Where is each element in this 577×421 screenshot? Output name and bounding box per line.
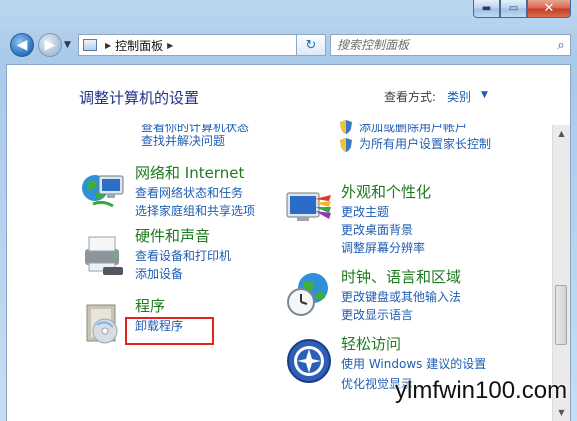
breadcrumb-control-panel[interactable]: 控制面板 bbox=[115, 37, 163, 54]
category-title[interactable]: 时钟、语言和区域 bbox=[341, 266, 461, 287]
shield-icon bbox=[340, 138, 352, 152]
view-by-label: 查看方式: bbox=[384, 90, 437, 104]
category-links: 更改键盘或其他输入法 更改显示语言 bbox=[341, 288, 461, 324]
page-title: 调整计算机的设置 bbox=[79, 89, 200, 107]
window-frame: ▬ ▭ ✕ ◀ ▶ ▼ ▶ 控制面板 ▶ ▼ ↻ ⌕ 调整计算机的设置 查看方式… bbox=[0, 0, 577, 421]
change-theme-link[interactable]: 更改主题 bbox=[341, 203, 425, 221]
scroll-down-icon[interactable]: ▼ bbox=[553, 404, 570, 421]
forward-button[interactable]: ▶ bbox=[38, 33, 62, 57]
address-bar[interactable]: ▶ 控制面板 ▶ ▼ bbox=[78, 34, 324, 56]
devices-printers-link[interactable]: 查看设备和打印机 bbox=[135, 247, 231, 265]
search-box[interactable]: ⌕ bbox=[330, 34, 571, 56]
homegroup-link[interactable]: 选择家庭组和共享选项 bbox=[135, 202, 255, 220]
category-title[interactable]: 外观和个性化 bbox=[341, 181, 431, 202]
shield-icon bbox=[340, 120, 352, 134]
watermark: ylmfwin100.com bbox=[395, 377, 568, 404]
add-device-link[interactable]: 添加设备 bbox=[135, 265, 231, 283]
navigation-bar: ◀ ▶ ▼ ▶ 控制面板 ▶ ▼ ↻ ⌕ bbox=[6, 30, 571, 60]
content-area: 调整计算机的设置 查看方式: 类别 ▼ 查看你的计算机状态 查找并解决问题 添加… bbox=[6, 64, 571, 421]
screen-resolution-link[interactable]: 调整屏幕分辨率 bbox=[341, 239, 425, 257]
control-panel-icon bbox=[83, 39, 97, 51]
printer-icon[interactable] bbox=[79, 229, 127, 277]
category-links: 查看设备和打印机 添加设备 bbox=[135, 247, 231, 283]
programs-box-icon[interactable] bbox=[79, 299, 127, 347]
search-icon[interactable]: ⌕ bbox=[552, 38, 570, 53]
recent-pages-dropdown-icon[interactable]: ▼ bbox=[64, 40, 71, 50]
category-title[interactable]: 硬件和声音 bbox=[135, 225, 210, 246]
breadcrumb-separator-icon[interactable]: ▶ bbox=[167, 41, 173, 50]
minimize-button[interactable]: ▬ bbox=[473, 0, 500, 18]
ease-of-access-icon[interactable] bbox=[285, 337, 333, 385]
scroll-up-icon[interactable]: ▲ bbox=[553, 125, 570, 142]
clock-globe-icon[interactable] bbox=[285, 270, 333, 318]
category-title[interactable]: 程序 bbox=[135, 295, 165, 316]
close-button[interactable]: ✕ bbox=[527, 0, 571, 18]
view-by-dropdown[interactable]: 类别 bbox=[447, 88, 471, 105]
category-title[interactable]: 网络和 Internet bbox=[135, 162, 244, 183]
maximize-button[interactable]: ▭ bbox=[500, 0, 527, 18]
appearance-monitor-icon[interactable] bbox=[285, 185, 333, 233]
search-input[interactable] bbox=[331, 38, 552, 52]
network-globe-icon[interactable] bbox=[79, 166, 127, 214]
display-language-link[interactable]: 更改显示语言 bbox=[341, 306, 461, 324]
clipped-link[interactable]: 添加或删除用户帐户 bbox=[359, 124, 467, 135]
change-background-link[interactable]: 更改桌面背景 bbox=[341, 221, 425, 239]
highlight-annotation bbox=[125, 317, 214, 345]
category-title[interactable]: 轻松访问 bbox=[341, 333, 401, 354]
breadcrumb-separator-icon[interactable]: ▶ bbox=[105, 41, 111, 50]
parental-controls-link[interactable]: 为所有用户设置家长控制 bbox=[359, 135, 499, 153]
category-links: 更改主题 更改桌面背景 调整屏幕分辨率 bbox=[341, 203, 425, 257]
caption-buttons: ▬ ▭ ✕ bbox=[473, 0, 571, 18]
scroll-thumb[interactable] bbox=[555, 285, 567, 345]
chevron-down-icon[interactable]: ▼ bbox=[481, 90, 488, 100]
back-button[interactable]: ◀ bbox=[10, 33, 34, 57]
recommended-settings-link[interactable]: 使用 Windows 建议的设置 bbox=[341, 355, 486, 373]
troubleshoot-link[interactable]: 查找并解决问题 bbox=[141, 132, 225, 150]
category-links: 查看网络状态和任务 选择家庭组和共享选项 bbox=[135, 184, 255, 220]
network-status-link[interactable]: 查看网络状态和任务 bbox=[135, 184, 255, 202]
refresh-button[interactable]: ↻ bbox=[296, 34, 326, 56]
keyboard-input-link[interactable]: 更改键盘或其他输入法 bbox=[341, 288, 461, 306]
